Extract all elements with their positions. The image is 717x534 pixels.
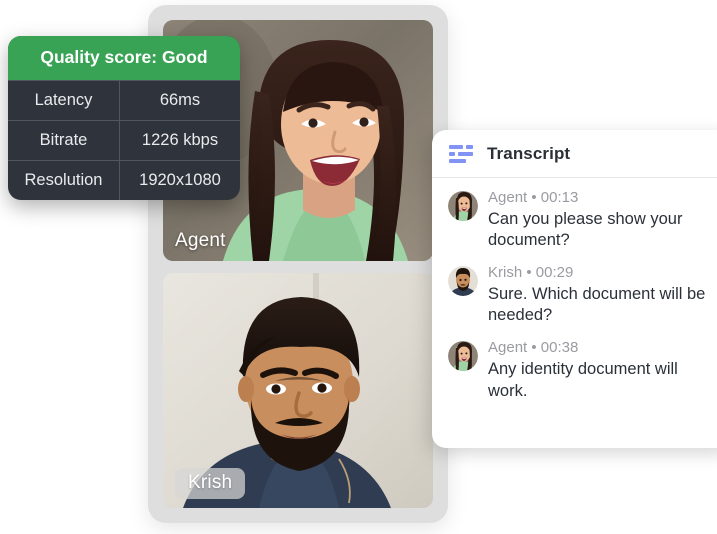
transcript-message-text: Sure. Which document will be needed? [488,285,706,325]
video-tile-name-krish: Krish [175,468,246,499]
transcript-lines-icon [449,145,473,163]
transcript-header: Transcript [432,130,717,178]
transcript-title: Transcript [487,144,571,163]
transcript-message: Krish • 00:29 Sure. Which document will … [448,264,717,326]
quality-row-bitrate: Bitrate 1226 kbps [8,120,240,160]
quality-row-latency: Latency 66ms [8,80,240,120]
video-tile-krish[interactable]: Krish [163,273,433,508]
app-root: Agent Krish Quality score: Good Latency … [0,0,717,534]
transcript-message-body: Agent • 00:13 Can you please show your d… [488,189,717,251]
transcript-message-meta: Agent • 00:13 [488,189,579,206]
transcript-panel: Transcript Agent • 00:13 Can you please … [432,130,717,448]
krish-avatar [448,266,478,297]
quality-score-card: Quality score: Good Latency 66ms Bitrate… [8,36,240,200]
transcript-message-list[interactable]: Agent • 00:13 Can you please show your d… [432,178,717,402]
transcript-message-meta: Agent • 00:38 [488,339,579,357]
transcript-message: Agent • 00:13 Can you please show your d… [448,189,717,251]
transcript-message: Agent • 00:38 Any identity document will… [448,339,717,401]
transcript-message-text: Can you please show your document? [488,210,683,250]
quality-label-resolution: Resolution [8,161,120,200]
transcript-message-meta: Krish • 00:29 [488,264,574,282]
video-tile-name-agent: Agent [175,230,226,251]
agent-avatar [448,341,478,372]
quality-value-bitrate: 1226 kbps [141,131,219,149]
quality-label-bitrate: Bitrate [8,121,120,160]
transcript-message-body: Krish • 00:29 Sure. Which document will … [488,264,717,326]
quality-value-resolution: 1920x1080 [139,171,221,189]
quality-value-latency: 66ms [159,91,201,109]
quality-label-latency: Latency [8,81,120,120]
quality-score-header: Quality score: Good [8,36,240,80]
transcript-message-text: Any identity document will work. [488,360,678,400]
agent-avatar [448,191,478,221]
transcript-message-body: Agent • 00:38 Any identity document will… [488,339,717,401]
quality-row-resolution: Resolution 1920x1080 [8,160,240,200]
